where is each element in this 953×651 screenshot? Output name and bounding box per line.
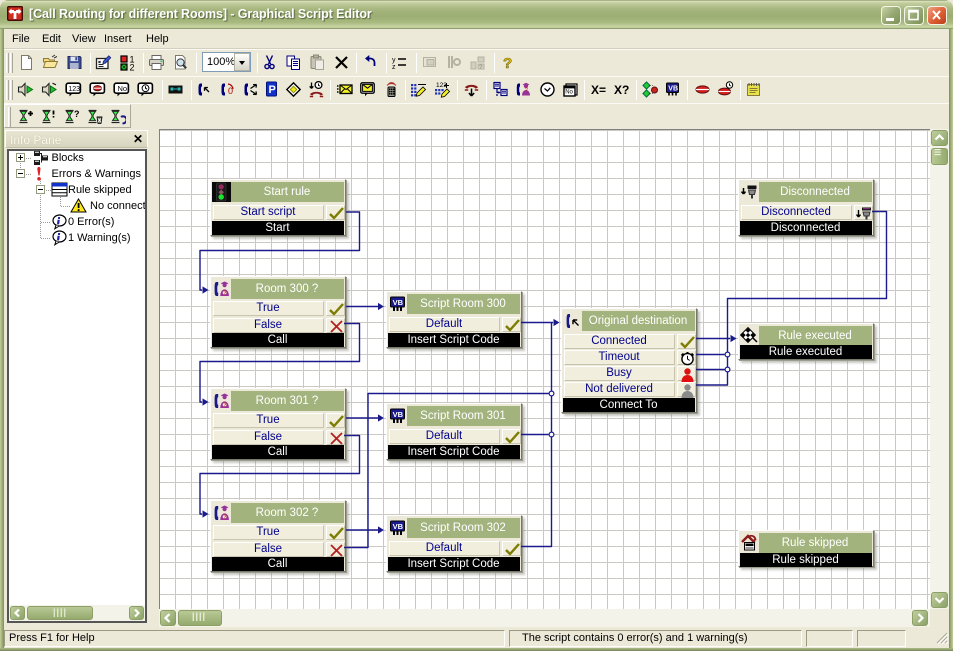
svg-text:?: ? <box>503 55 512 71</box>
svg-text:y: y <box>392 57 396 64</box>
svg-text:VB: VB <box>392 298 403 307</box>
svg-text:VB: VB <box>392 522 403 531</box>
svg-text:No: No <box>565 90 573 96</box>
svg-text:0: 0 <box>228 86 233 96</box>
svg-text:VB: VB <box>668 86 678 93</box>
svg-text:No: No <box>118 84 128 93</box>
svg-text:z: z <box>392 64 396 71</box>
svg-text:?: ? <box>525 88 528 94</box>
svg-text:123: 123 <box>68 86 80 93</box>
svg-text:X=: X= <box>591 83 606 97</box>
svg-text:P: P <box>269 84 276 96</box>
svg-text:?: ? <box>74 109 80 119</box>
svg-text:VB: VB <box>392 410 403 419</box>
svg-text:X?: X? <box>614 83 629 97</box>
svg-text:2: 2 <box>130 63 135 72</box>
